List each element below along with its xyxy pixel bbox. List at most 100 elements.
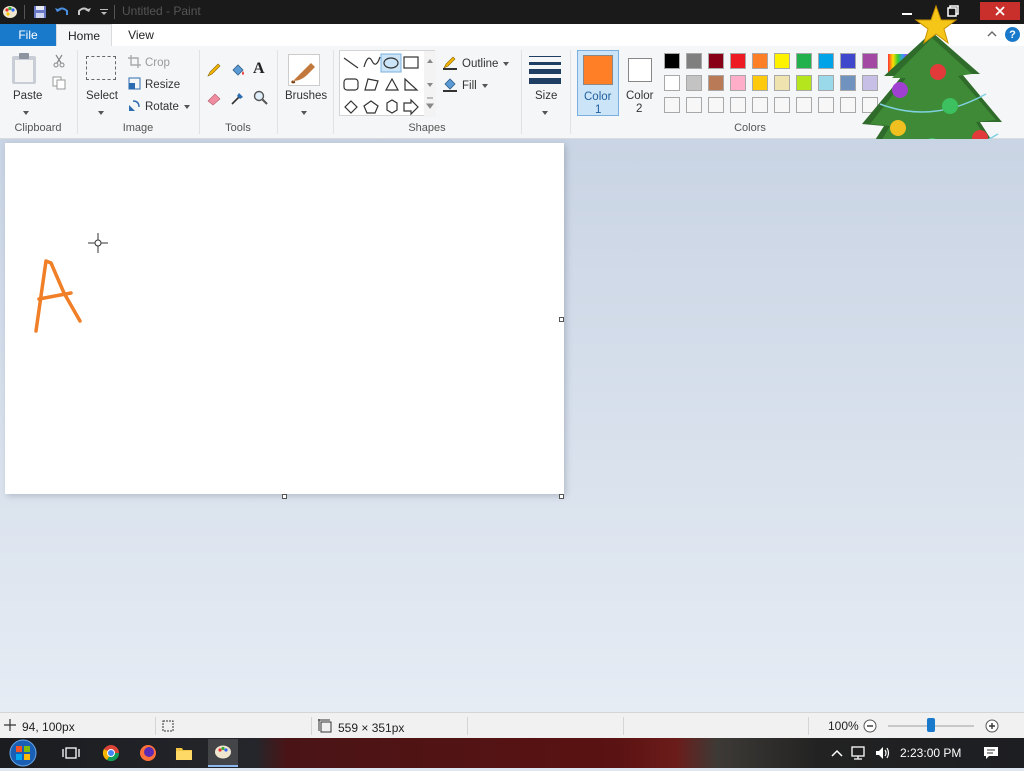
start-button[interactable]: [6, 738, 40, 768]
tab-file[interactable]: File: [0, 24, 56, 46]
firefox-icon[interactable]: [137, 742, 159, 764]
drawing-strokes: [34, 259, 82, 333]
palette-color-swatch[interactable]: [664, 53, 680, 69]
palette-color-swatch[interactable]: [730, 75, 746, 91]
color2-selector[interactable]: Color 2: [622, 50, 660, 116]
palette-color-swatch[interactable]: [664, 75, 680, 91]
line-shape-icon: [343, 57, 359, 69]
paint-app-icon[interactable]: [2, 4, 18, 20]
action-center-icon[interactable]: [980, 742, 1002, 764]
canvas-size-icon: [318, 719, 332, 736]
select-button[interactable]: Select: [86, 90, 118, 102]
palette-color-swatch[interactable]: [730, 53, 746, 69]
color2-number: 2: [636, 103, 643, 115]
undo-icon[interactable]: [54, 4, 70, 20]
show-hidden-icons[interactable]: [826, 742, 848, 764]
rotate-label: Rotate: [145, 101, 179, 113]
shapes-gallery: [339, 50, 436, 117]
polygon-shape-icon: [364, 78, 379, 91]
outline-icon: [442, 54, 458, 73]
crop-button[interactable]: Crop: [128, 55, 170, 71]
outline-label: Outline: [462, 57, 499, 70]
volume-icon[interactable]: [872, 742, 894, 764]
zoom-in-icon[interactable]: [985, 719, 999, 736]
palette-color-swatch[interactable]: [686, 75, 702, 91]
zoom-out-icon[interactable]: [863, 719, 877, 736]
resize-label: Resize: [145, 79, 181, 91]
zoom-slider-thumb[interactable]: [927, 718, 935, 732]
palette-color-swatch[interactable]: [774, 75, 790, 91]
pentagon-shape-icon: [363, 100, 379, 114]
palette-color-swatch[interactable]: [818, 75, 834, 91]
chrome-icon[interactable]: [100, 742, 122, 764]
palette-custom-slot[interactable]: [664, 97, 680, 113]
tools-group-label: Tools: [225, 122, 251, 134]
resize-handle-right[interactable]: [559, 317, 564, 322]
magnifier-icon[interactable]: [253, 90, 269, 109]
selection-size: [161, 719, 175, 736]
palette-color-swatch[interactable]: [818, 53, 834, 69]
paste-dropdown-icon[interactable]: [22, 105, 30, 119]
palette-custom-slot[interactable]: [774, 97, 790, 113]
fill-button[interactable]: Fill: [442, 76, 489, 95]
palette-color-swatch[interactable]: [686, 53, 702, 69]
size-icon[interactable]: [529, 54, 561, 87]
drawing-canvas[interactable]: [5, 143, 564, 494]
save-icon[interactable]: [32, 4, 48, 20]
select-icon[interactable]: [86, 56, 116, 80]
palette-custom-slot[interactable]: [752, 97, 768, 113]
cursor-position: 94, 100px: [4, 719, 75, 734]
copy-icon[interactable]: [52, 76, 66, 93]
size-dropdown-icon[interactable]: [541, 105, 549, 119]
rounded-rectangle-shape-icon: [343, 78, 359, 91]
palette-color-swatch[interactable]: [752, 75, 768, 91]
network-icon[interactable]: [848, 742, 870, 764]
color1-number: 1: [595, 104, 602, 116]
paste-button[interactable]: Paste: [13, 90, 42, 102]
resize-handle-corner[interactable]: [559, 494, 564, 499]
fill-icon: [442, 76, 458, 95]
palette-custom-slot[interactable]: [686, 97, 702, 113]
zoom-level: 100%: [828, 719, 859, 733]
outline-button[interactable]: Outline: [442, 54, 510, 73]
paint-taskbar-icon[interactable]: [208, 739, 238, 767]
paste-icon[interactable]: [10, 52, 40, 89]
task-view-icon[interactable]: [60, 742, 82, 764]
brushes-icon[interactable]: [288, 54, 320, 86]
canvas-size: 559 × 351px: [318, 719, 404, 736]
redo-icon[interactable]: [76, 4, 92, 20]
text-tool-icon[interactable]: A: [253, 60, 265, 78]
resize-handle-bottom[interactable]: [282, 494, 287, 499]
select-dropdown-icon[interactable]: [97, 105, 105, 119]
palette-color-swatch[interactable]: [796, 75, 812, 91]
pencil-icon[interactable]: [206, 62, 222, 81]
color2-swatch: [628, 58, 652, 82]
crop-icon: [128, 55, 141, 71]
fill-label: Fill: [462, 79, 477, 92]
color1-selector[interactable]: Color 1: [577, 50, 619, 116]
color-picker-icon[interactable]: [230, 90, 246, 109]
palette-color-swatch[interactable]: [796, 53, 812, 69]
size-button[interactable]: Size: [535, 90, 557, 102]
brushes-button[interactable]: Brushes: [285, 90, 327, 102]
rotate-button[interactable]: Rotate: [128, 99, 191, 115]
palette-custom-slot[interactable]: [818, 97, 834, 113]
palette-color-swatch[interactable]: [752, 53, 768, 69]
fill-bucket-icon[interactable]: [230, 62, 246, 81]
tab-home[interactable]: Home: [56, 24, 112, 47]
cursor-position-icon: [4, 719, 16, 734]
palette-custom-slot[interactable]: [796, 97, 812, 113]
palette-color-swatch[interactable]: [708, 75, 724, 91]
customize-quick-access-icon[interactable]: [96, 4, 112, 20]
taskbar-clock[interactable]: 2:23:00 PM: [900, 746, 961, 760]
palette-custom-slot[interactable]: [730, 97, 746, 113]
file-explorer-icon[interactable]: [173, 742, 195, 764]
palette-color-swatch[interactable]: [708, 53, 724, 69]
cut-icon[interactable]: [52, 54, 66, 71]
eraser-icon[interactable]: [206, 90, 222, 109]
tab-view[interactable]: View: [118, 24, 164, 46]
resize-button[interactable]: Resize: [128, 77, 180, 93]
brushes-dropdown-icon[interactable]: [300, 105, 308, 119]
palette-custom-slot[interactable]: [708, 97, 724, 113]
palette-color-swatch[interactable]: [774, 53, 790, 69]
